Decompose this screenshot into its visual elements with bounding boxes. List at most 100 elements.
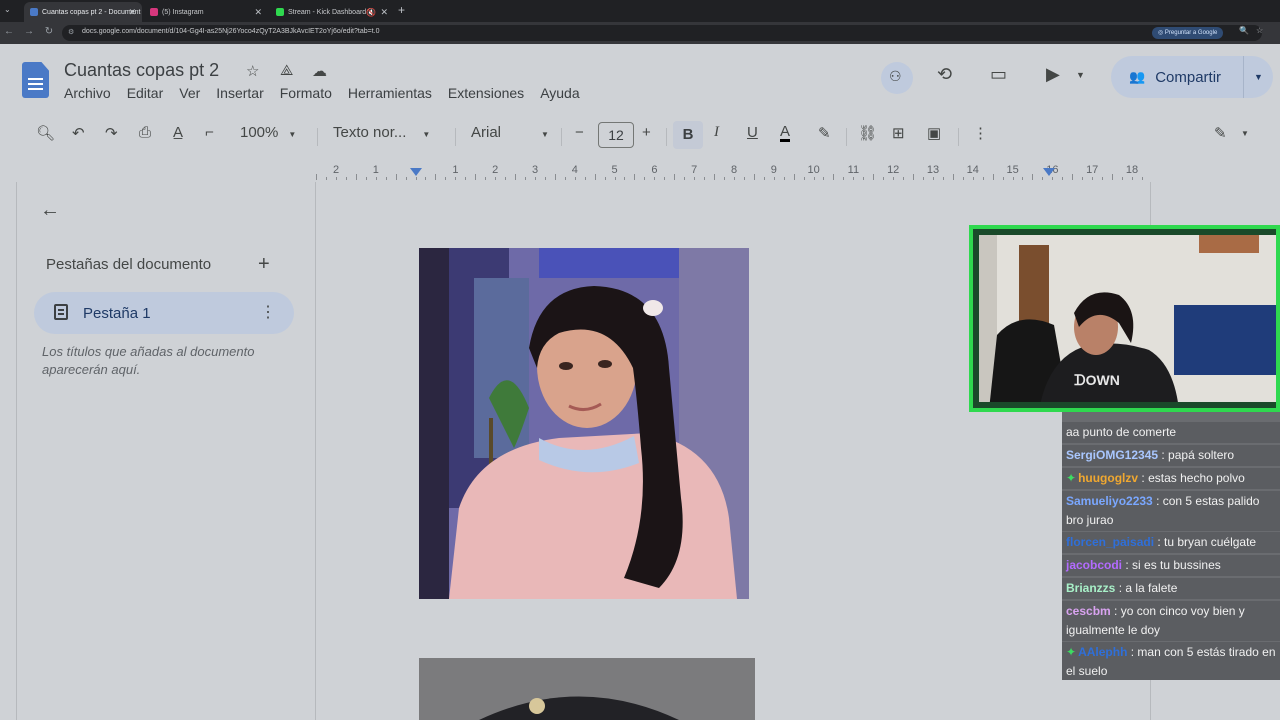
ruler-tick	[1121, 177, 1123, 180]
close-tab-icon[interactable]: ✕	[128, 7, 136, 18]
menu-extensiones[interactable]: Extensiones	[440, 85, 532, 101]
forward-icon[interactable]: →	[22, 26, 36, 37]
ruler-tick	[1012, 177, 1014, 180]
mute-icon[interactable]: 🔇	[366, 8, 376, 17]
ruler-tick	[604, 177, 606, 180]
back-arrow-icon[interactable]: ←	[40, 199, 60, 222]
new-tab-icon[interactable]: +	[398, 3, 405, 17]
undo-icon[interactable]: ↶	[72, 124, 85, 142]
version-history-icon[interactable]: ⟲	[937, 64, 952, 85]
site-info-icon[interactable]: ⚙	[68, 28, 74, 36]
url-field[interactable]: ⚙ docs.google.com/document/d/104-Gg4I-as…	[62, 25, 1262, 41]
ruler[interactable]: 2 1 1 2 3 4 5 6 7 8 9 10 11 12 13 14 15 16 17 18	[316, 158, 1151, 182]
zoom-icon[interactable]: 🔍	[1239, 26, 1249, 35]
text-color-icon[interactable]: A	[780, 124, 791, 142]
font-select[interactable]: Arial ▼	[471, 124, 549, 141]
menu-insertar[interactable]: Insertar	[208, 85, 271, 101]
ruler-tick	[644, 177, 646, 180]
decrease-font-size-icon[interactable]: −	[575, 124, 584, 141]
chevron-down-icon: ▼	[288, 130, 297, 139]
svg-text:ᗪOWN: ᗪOWN	[1074, 372, 1120, 388]
ruler-tick	[833, 174, 835, 180]
share-button[interactable]: 👥 Compartir	[1111, 56, 1243, 98]
right-indent-marker[interactable]	[1043, 168, 1055, 176]
redo-icon[interactable]: ↷	[105, 124, 118, 142]
move-to-drive-icon[interactable]: ⟁	[280, 62, 293, 79]
search-menus-icon[interactable]: 🔍︎	[36, 124, 55, 142]
subscriber-badge-icon: ✦	[1066, 645, 1077, 659]
close-tab-icon[interactable]: ✕	[380, 7, 388, 18]
browser-tab-docs[interactable]: Cuantas copas pt 2 - Document ✕	[24, 2, 142, 22]
bookmark-star-icon[interactable]: ☆	[1256, 26, 1263, 35]
menu-ver[interactable]: Ver	[171, 85, 208, 101]
ruler-tick	[714, 174, 715, 180]
document-tab-1[interactable]: Pestaña 1 ⋮	[34, 292, 294, 334]
chat-text: : si es tu bussines	[1125, 558, 1221, 572]
spellcheck-icon[interactable]: A̲	[173, 124, 183, 141]
chat-message: SergiOMG12345 : papá soltero	[1062, 445, 1280, 466]
ruler-tick	[495, 177, 497, 180]
ruler-tick	[972, 177, 974, 180]
increase-font-size-icon[interactable]: +	[642, 124, 651, 141]
ruler-tick	[564, 177, 566, 180]
menu-ayuda[interactable]: Ayuda	[532, 85, 587, 101]
close-tab-icon[interactable]: ✕	[254, 7, 262, 18]
chevron-down-icon[interactable]: ▼	[1241, 129, 1249, 138]
ruler-tick	[1062, 177, 1064, 180]
more-options-icon[interactable]: ⋮	[973, 124, 988, 142]
reload-icon[interactable]: ↻	[42, 26, 56, 37]
menu-archivo[interactable]: Archivo	[56, 85, 119, 101]
chat-username: jacobcodi	[1066, 558, 1123, 572]
tab-search-icon[interactable]: ⌄	[4, 5, 11, 14]
stream-webcam-overlay: ᗪOWN	[969, 225, 1280, 412]
portrait-photo	[419, 248, 749, 599]
italic-icon[interactable]: I	[714, 124, 719, 141]
menu-editar[interactable]: Editar	[119, 85, 172, 101]
print-icon[interactable]: ⎙	[139, 124, 151, 141]
chat-username: AAlephh	[1078, 645, 1128, 659]
ask-google-button[interactable]: ◎ Preguntar a Google	[1152, 27, 1224, 39]
paragraph-style-select[interactable]: Texto nor... ▼	[333, 124, 430, 141]
ruler-tick	[1042, 177, 1044, 180]
chat-text: : a la falete	[1118, 581, 1178, 595]
meet-icon[interactable]: ▶	[1046, 64, 1060, 85]
menu-herramientas[interactable]: Herramientas	[340, 85, 440, 101]
add-tab-icon[interactable]: +	[258, 253, 270, 276]
document-image-second[interactable]	[419, 658, 755, 720]
highlight-color-icon[interactable]: ✎	[818, 124, 831, 142]
docs-logo-icon[interactable]	[22, 62, 49, 98]
comments-icon[interactable]: ▭	[990, 64, 1007, 85]
chat-text: aa punto de comerte	[1066, 425, 1177, 439]
chevron-down-icon[interactable]: ▼	[1076, 70, 1085, 80]
instagram-favicon-icon	[150, 8, 158, 16]
menu-formato[interactable]: Formato	[272, 85, 340, 101]
people-chat-icon: ⚇	[889, 68, 902, 84]
document-image-portrait[interactable]	[419, 248, 749, 599]
underline-icon[interactable]: U	[747, 124, 758, 141]
ruler-tick	[475, 174, 477, 180]
present-mode-button[interactable]: ⚇	[881, 62, 913, 94]
ruler-tick	[415, 177, 417, 180]
insert-link-icon[interactable]: ⛓	[858, 124, 877, 142]
star-icon[interactable]: ☆	[246, 62, 259, 80]
ruler-tick	[316, 174, 317, 180]
ruler-tick	[385, 177, 387, 180]
font-size-input[interactable]: 12	[598, 122, 634, 148]
editing-mode-icon[interactable]: ✎	[1214, 124, 1227, 142]
ruler-tick	[594, 174, 596, 180]
browser-tab-kick[interactable]: Stream - Kick Dashboard 🔇 ✕	[270, 2, 394, 22]
tab-options-icon[interactable]: ⋮	[260, 302, 276, 322]
paint-format-icon[interactable]: ⌐	[205, 124, 214, 141]
left-indent-marker[interactable]	[410, 168, 422, 176]
bold-button[interactable]: B	[673, 121, 703, 149]
cloud-status-icon[interactable]: ☁	[312, 62, 327, 80]
document-title[interactable]: Cuantas copas pt 2	[64, 60, 219, 81]
subscriber-badge-icon: ✦	[1066, 471, 1077, 485]
share-dropdown-button[interactable]: ▼	[1243, 56, 1273, 98]
browser-tab-instagram[interactable]: (5) Instagram ✕	[144, 2, 268, 22]
zoom-select[interactable]: 100% ▼	[240, 124, 296, 141]
insert-image-icon[interactable]: ▣	[927, 124, 941, 142]
toolbar-divider	[958, 128, 959, 146]
add-comment-icon[interactable]: ⊞	[892, 124, 905, 142]
back-icon[interactable]: ←	[2, 26, 16, 37]
